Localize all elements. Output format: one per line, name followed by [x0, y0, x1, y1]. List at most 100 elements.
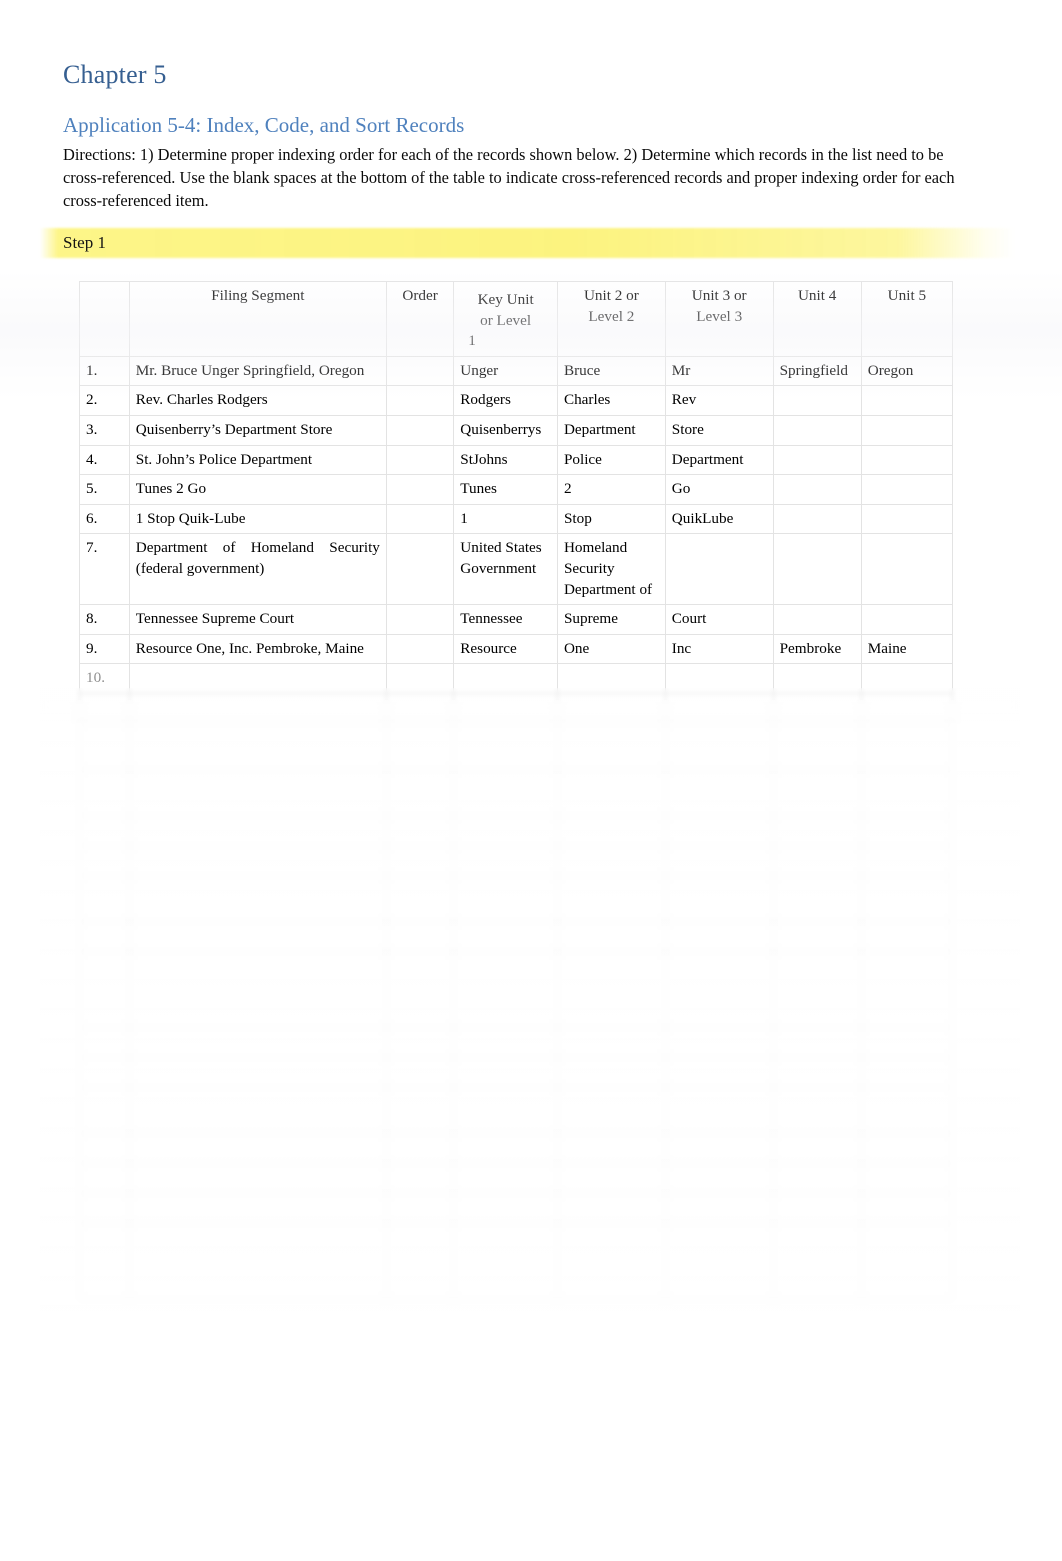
header-filing-segment: Filing Segment: [128, 281, 387, 357]
document-page: Chapter 5 Application 5-4: Index, Code, …: [0, 0, 1062, 1561]
cell-obscured: [860, 844, 954, 876]
cell-order: [385, 355, 455, 387]
cell-obscured: [556, 814, 666, 846]
cell-obscured: [772, 814, 862, 846]
header-unit-3-line1: Unit 3 or: [691, 287, 747, 304]
cell-obscured: [453, 874, 558, 922]
cell-unit-2: [556, 663, 666, 694]
cell-obscured: [128, 950, 387, 1028]
cell-unit-4: [772, 444, 862, 476]
cell-order: [385, 444, 455, 476]
step-label: Step 1: [63, 233, 106, 252]
cell-obscured: [79, 692, 130, 724]
cell-obscured: [385, 768, 455, 816]
filing-segment-text: Tennessee Supreme Court: [135, 610, 295, 628]
table-row: 1. Mr. Bruce Unger Springfield, Oregon Ung…: [79, 355, 954, 387]
cell-unit-4: [772, 533, 862, 606]
filing-segment-text: St. John’s Police Department: [135, 450, 313, 468]
cell-obscured: [385, 950, 455, 1028]
table-head: Filing Segment Order Key Unit or Level 1…: [79, 281, 954, 357]
cell-obscured: [556, 874, 666, 922]
cell-key-unit: Tunes: [453, 474, 558, 505]
cell-unit-3: Go: [664, 474, 774, 505]
cell-order: [385, 385, 455, 416]
cell-unit-4: [772, 663, 862, 694]
cell-obscured: [556, 920, 666, 952]
cell-row-number: 10.: [79, 663, 130, 694]
cell-obscured: [664, 950, 774, 1028]
cell-obscured: [664, 692, 774, 724]
cell-obscured: [556, 722, 666, 770]
header-key-unit-line1: Key Unit: [477, 291, 534, 308]
cell-filing-segment: Mr. Bruce Unger Springfield, Oregon: [128, 355, 387, 387]
table-row: 4. St. John’s Police Department StJohns Pol…: [79, 444, 954, 476]
cell-row-number: 9.: [79, 633, 130, 665]
cell-obscured: [79, 844, 130, 876]
cell-obscured: [860, 920, 954, 952]
table-body: 1. Mr. Bruce Unger Springfield, Oregon Ung…: [79, 355, 954, 1300]
header-number: [79, 281, 130, 357]
table-row: [79, 1056, 954, 1088]
table-row: 9. Resource One, Inc. Pembroke, Maine Reso…: [79, 633, 954, 665]
cell-obscured: [772, 950, 862, 1028]
cell-key-unit: Rodgers: [453, 385, 558, 416]
cell-unit-5: [860, 385, 954, 416]
cell-unit-2: Bruce: [556, 355, 666, 387]
cell-unit-3: Court: [664, 604, 774, 635]
filing-segment-text: Department of Homeland Security (federal…: [135, 539, 380, 577]
cell-obscured: [860, 692, 954, 724]
cell-obscured: [860, 768, 954, 816]
table-row: [79, 950, 954, 1028]
application-title: Application 5-4: Index, Code, and Sort R…: [63, 113, 465, 137]
cell-obscured: [453, 1162, 558, 1194]
cell-obscured: [453, 1086, 558, 1134]
cell-obscured: [79, 1162, 130, 1194]
cell-obscured: [772, 768, 862, 816]
table-header-row: Filing Segment Order Key Unit or Level 1…: [79, 281, 954, 357]
table-row: [79, 1162, 954, 1194]
cell-obscured: [556, 692, 666, 724]
cell-obscured: [772, 844, 862, 876]
cell-obscured: [79, 814, 130, 846]
cell-obscured: [128, 920, 387, 952]
cell-obscured: [664, 844, 774, 876]
cell-obscured: [79, 1132, 130, 1164]
cell-obscured: [556, 1162, 666, 1194]
cell-obscured: [453, 1132, 558, 1164]
cell-obscured: [453, 1026, 558, 1058]
cell-unit-4: [772, 385, 862, 416]
cell-obscured: [453, 1192, 558, 1224]
cell-obscured: [772, 920, 862, 952]
cell-obscured: [128, 1192, 387, 1224]
cell-obscured: [385, 1026, 455, 1058]
cell-obscured: [128, 1086, 387, 1134]
table-row: 8. Tennessee Supreme Court Tennessee Suprem…: [79, 604, 954, 635]
cell-unit-5: [860, 444, 954, 476]
cell-obscured: [385, 1222, 455, 1300]
cell-obscured: [79, 1222, 130, 1300]
cell-obscured: [453, 768, 558, 816]
cell-row-number: 8.: [79, 604, 130, 635]
cell-obscured: [128, 1162, 387, 1194]
cell-obscured: [79, 920, 130, 952]
table-row: [79, 1086, 954, 1134]
cell-row-number: 2.: [79, 385, 130, 416]
cell-row-number: 5.: [79, 474, 130, 505]
cell-obscured: [860, 1222, 954, 1300]
cell-obscured: [772, 692, 862, 724]
cell-obscured: [772, 1026, 862, 1058]
cell-obscured: [664, 874, 774, 922]
cell-obscured: [79, 722, 130, 770]
cell-unit-5: [860, 503, 954, 535]
table-row: 3. Quisenberry’s Department Store Quisenbe…: [79, 414, 954, 446]
cell-order: [385, 604, 455, 635]
cell-obscured: [556, 950, 666, 1028]
cell-obscured: [664, 1162, 774, 1194]
cell-obscured: [79, 950, 130, 1028]
cell-obscured: [385, 1162, 455, 1194]
cell-obscured: [453, 1222, 558, 1300]
table-row: [79, 722, 954, 770]
cell-obscured: [860, 1162, 954, 1194]
cell-obscured: [556, 844, 666, 876]
cell-obscured: [79, 874, 130, 922]
